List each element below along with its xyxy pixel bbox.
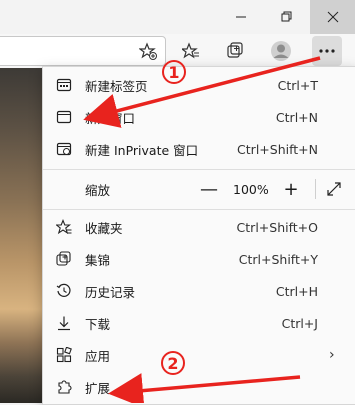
page-background	[0, 68, 44, 403]
menu-item-shortcut: Ctrl+N	[275, 109, 318, 125]
add-favorite-icon[interactable]	[133, 36, 163, 66]
menu-item-shortcut: Ctrl+H	[275, 283, 318, 299]
menu-item-apps[interactable]: 应用 ›	[43, 339, 355, 371]
zoom-in-button[interactable]: +	[281, 179, 301, 200]
minimize-icon	[236, 16, 246, 18]
annotation-badge-2: 2	[161, 351, 185, 375]
extensions-icon	[55, 378, 73, 396]
apps-icon	[55, 346, 73, 364]
address-bar[interactable]	[0, 36, 166, 66]
menu-item-shortcut: Ctrl+Shift+N	[237, 141, 318, 157]
annotation-badge-1: 1	[162, 60, 186, 84]
settings-menu: 新建标签页 Ctrl+T 新建窗口 Ctrl+N 新建 InPrivate 窗口…	[42, 66, 355, 405]
restore-button[interactable]	[264, 0, 310, 34]
menu-item-collections[interactable]: 集锦 Ctrl+Shift+Y	[43, 243, 355, 275]
zoom-value: 100%	[233, 181, 269, 197]
download-icon	[55, 314, 73, 332]
menu-item-label: 集锦	[85, 252, 111, 268]
more-icon	[319, 49, 335, 53]
menu-item-label: 应用	[85, 348, 111, 364]
fullscreen-icon[interactable]	[324, 179, 344, 199]
menu-item-shortcut: Ctrl+J	[281, 315, 318, 331]
restore-icon	[281, 11, 292, 22]
menu-item-label: 新建窗口	[85, 110, 136, 126]
menu-item-favorites[interactable]: 收藏夹 Ctrl+Shift+O	[43, 211, 355, 243]
collections-icon[interactable]	[220, 36, 250, 66]
history-icon	[55, 282, 73, 300]
new-window-icon	[55, 108, 73, 126]
menu-item-new-window[interactable]: 新建窗口 Ctrl+N	[43, 101, 355, 133]
menu-item-zoom: 缩放 — 100% +	[43, 173, 355, 205]
menu-item-shortcut: Ctrl+Shift+O	[236, 219, 318, 235]
favorites-icon	[55, 218, 73, 236]
menu-item-label: 扩展	[85, 380, 111, 396]
menu-item-label: 历史记录	[85, 284, 136, 300]
menu-item-label: 新建标签页	[85, 78, 148, 94]
menu-item-history[interactable]: 历史记录 Ctrl+H	[43, 275, 355, 307]
menu-item-label: 新建 InPrivate 窗口	[85, 142, 199, 158]
menu-item-downloads[interactable]: 下载 Ctrl+J	[43, 307, 355, 339]
chevron-right-icon: ›	[329, 347, 335, 363]
avatar[interactable]	[266, 36, 296, 66]
minimize-button[interactable]	[218, 0, 264, 34]
menu-item-label: 收藏夹	[85, 220, 123, 236]
menu-item-shortcut: Ctrl+T	[277, 77, 318, 93]
menu-item-extensions[interactable]: 扩展	[43, 371, 355, 403]
new-tab-icon	[55, 76, 73, 94]
zoom-out-button[interactable]: —	[199, 179, 219, 200]
settings-more-button[interactable]	[312, 36, 342, 66]
zoom-label: 缩放	[85, 182, 111, 198]
menu-item-shortcut: Ctrl+Shift+Y	[238, 251, 318, 267]
menu-item-label: 下载	[85, 316, 111, 332]
zoom-divider	[315, 179, 316, 199]
title-bar	[0, 0, 355, 36]
close-button[interactable]	[310, 0, 355, 34]
menu-divider	[43, 209, 355, 210]
menu-item-new-tab[interactable]: 新建标签页 Ctrl+T	[43, 69, 355, 101]
collections-icon	[55, 250, 73, 268]
inprivate-icon	[55, 140, 73, 158]
menu-item-new-inprivate[interactable]: 新建 InPrivate 窗口 Ctrl+Shift+N	[43, 133, 355, 165]
menu-divider	[43, 169, 355, 170]
close-icon	[327, 11, 339, 23]
